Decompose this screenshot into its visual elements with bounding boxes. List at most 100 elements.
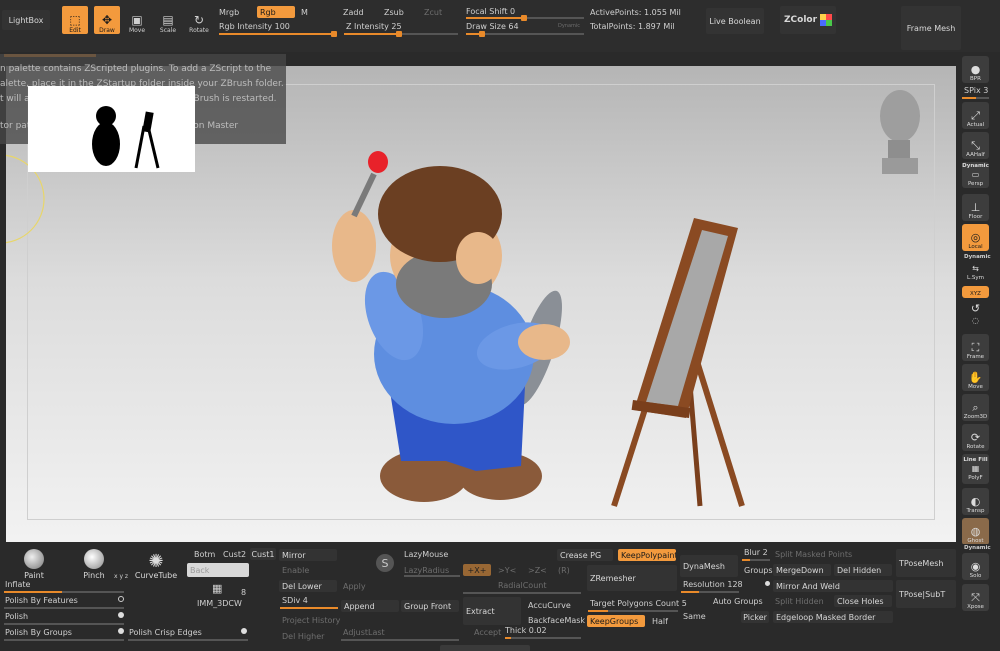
del-lower-button[interactable]: Del Lower [279, 580, 337, 592]
target-polygons-slider[interactable] [588, 610, 678, 612]
symmetry-x-button[interactable]: +X+ [463, 564, 491, 576]
radial-count-slider[interactable] [463, 592, 581, 594]
lazyradius-slider[interactable] [404, 575, 460, 577]
rgb-button[interactable]: Rgb [257, 6, 295, 18]
draw-size-slider[interactable] [466, 31, 584, 37]
transp-button[interactable]: ◐ Transp [962, 488, 989, 515]
ghost-button[interactable]: ◍ Ghost [962, 518, 989, 545]
thick-slider[interactable] [505, 637, 581, 639]
bpr-button[interactable]: ● BPR [962, 56, 989, 83]
lazymouse-icon[interactable]: S [376, 554, 394, 572]
mirror-and-weld-button[interactable]: Mirror And Weld [773, 580, 893, 592]
pinch-brush-button[interactable]: Pinch [74, 546, 114, 580]
spix-control[interactable]: SPix 3 [964, 86, 988, 95]
enable-button[interactable]: Enable [282, 566, 309, 575]
bottom-tray-handle[interactable] [440, 645, 530, 651]
solo-button[interactable]: ◉ Solo [962, 553, 989, 580]
xpose-button[interactable]: ⤧ Xpose [962, 584, 989, 611]
m-button[interactable]: M [301, 8, 308, 17]
adjust-last-slider[interactable] [341, 639, 459, 641]
resolution-slider[interactable] [681, 591, 739, 593]
dynamesh-button[interactable]: DynaMesh [680, 555, 738, 577]
frame-mesh-button[interactable]: Frame Mesh [901, 6, 961, 50]
picker-button[interactable]: Picker [741, 611, 769, 623]
move-button[interactable]: ▣ Move [124, 6, 150, 34]
radial-symmetry-button[interactable]: (R) [558, 566, 570, 575]
symmetry-z-button[interactable]: >Z< [528, 566, 547, 575]
live-boolean-button[interactable]: Live Boolean [706, 8, 764, 34]
accept-button[interactable]: Accept [474, 628, 501, 637]
extract-button[interactable]: Extract [463, 597, 521, 625]
spix-slider[interactable] [962, 97, 989, 99]
tposemesh-button[interactable]: TPoseMesh [896, 549, 956, 577]
close-holes-button[interactable]: Close Holes [834, 595, 892, 607]
edgeloop-masked-border-button[interactable]: Edgeloop Masked Border [773, 611, 893, 623]
zremesher-button[interactable]: ZRemesher [587, 565, 677, 591]
lsym-button[interactable]: ⇆ L.Sym [962, 262, 989, 282]
focal-shift-slider[interactable] [466, 15, 584, 21]
imm-3dcw-button[interactable]: IMM_3DCW [197, 599, 242, 608]
lightbox-button[interactable]: LightBox [2, 10, 50, 30]
polish-by-groups-toggle[interactable] [118, 628, 124, 634]
frame-button[interactable]: ⛶ Frame [962, 334, 989, 361]
auto-groups-button[interactable]: Auto Groups [713, 597, 763, 606]
polish-crisp-edges-toggle[interactable] [241, 628, 247, 634]
mirror-weld-toggle[interactable] [765, 581, 770, 586]
tpose-subt-button[interactable]: TPose|SubT [896, 580, 956, 608]
curvetube-brush-button[interactable]: ✺ CurveTube [135, 546, 177, 581]
append-button[interactable]: Append [341, 600, 399, 612]
z-intensity-slider[interactable] [344, 31, 458, 37]
del-higher-button[interactable]: Del Higher [282, 632, 324, 641]
polish-slider[interactable] [4, 623, 124, 625]
zsub-button[interactable]: Zsub [384, 8, 404, 17]
project-history-button[interactable]: Project History [282, 616, 340, 625]
mirror-button[interactable]: Mirror [279, 549, 337, 561]
polish-toggle[interactable] [118, 612, 124, 618]
edit-button[interactable]: ⬚ Edit [62, 6, 88, 34]
backface-mask-button[interactable]: BackfaceMask [528, 616, 585, 625]
zcut-button[interactable]: Zcut [424, 8, 442, 17]
blur-slider[interactable] [742, 559, 770, 561]
zcolor-button[interactable]: ZColor [780, 6, 836, 34]
navigation-head-gizmo[interactable] [876, 86, 926, 178]
cust1-button[interactable]: Cust1 [250, 548, 276, 560]
dynamic-toggle[interactable]: Dynamic [558, 23, 580, 29]
sdiv-slider[interactable] [280, 607, 338, 609]
draw-button[interactable]: ✥ Draw [94, 6, 120, 34]
move-view-button[interactable]: ✋ Move [962, 364, 989, 391]
polish-crisp-edges-slider[interactable] [128, 639, 248, 641]
rotate-button[interactable]: ↻ Rotate [186, 6, 212, 34]
polish-by-groups-slider[interactable] [4, 639, 124, 641]
polish-by-features-toggle[interactable] [118, 596, 124, 602]
keep-groups-button[interactable]: KeepGroups [587, 615, 645, 627]
zadd-button[interactable]: Zadd [343, 8, 364, 17]
crease-pg-button[interactable]: Crease PG [557, 549, 613, 561]
del-hidden-button[interactable]: Del Hidden [834, 564, 892, 576]
groups-toggle[interactable]: Groups [744, 566, 773, 575]
paint-brush-button[interactable]: Paint [14, 546, 54, 580]
polyf-button[interactable]: Line Fill ▦ PolyF [962, 454, 989, 484]
xyz-button[interactable]: XYZ [962, 286, 989, 298]
same-button[interactable]: Same [683, 612, 706, 621]
local-button[interactable]: ◎ Local [962, 224, 989, 251]
merge-down-button[interactable]: MergeDown [773, 564, 831, 576]
polish-by-features-slider[interactable] [4, 607, 124, 609]
back-field[interactable]: Back [187, 563, 249, 577]
keep-polypaint-button[interactable]: KeepPolypaint [618, 549, 676, 561]
persp-button[interactable]: Dynamic ▭ Persp [962, 162, 989, 188]
lazymouse-label[interactable]: LazyMouse [404, 550, 448, 559]
symmetry-y-button[interactable]: >Y< [498, 566, 516, 575]
scale-button[interactable]: ▤ Scale [155, 6, 181, 34]
apply-button[interactable]: Apply [343, 582, 366, 591]
floor-button[interactable]: ⊥ Floor [962, 194, 989, 221]
botm-button[interactable]: Botm [194, 550, 215, 559]
rgb-intensity-slider[interactable] [219, 31, 337, 37]
inflate-slider[interactable] [4, 591, 124, 593]
rotate-view-button[interactable]: ⟳ Rotate [962, 424, 989, 451]
zoom3d-button[interactable]: ⌕ Zoom3D [962, 394, 989, 421]
rotation-axis-buttons[interactable]: ↺ ◌ [962, 300, 989, 330]
split-masked-points-button[interactable]: Split Masked Points [775, 550, 852, 559]
aahalf-button[interactable]: ⤡ AAHalf [962, 132, 989, 159]
accucurve-button[interactable]: AccuCurve [528, 601, 571, 610]
group-front-button[interactable]: Group Front [401, 600, 459, 612]
